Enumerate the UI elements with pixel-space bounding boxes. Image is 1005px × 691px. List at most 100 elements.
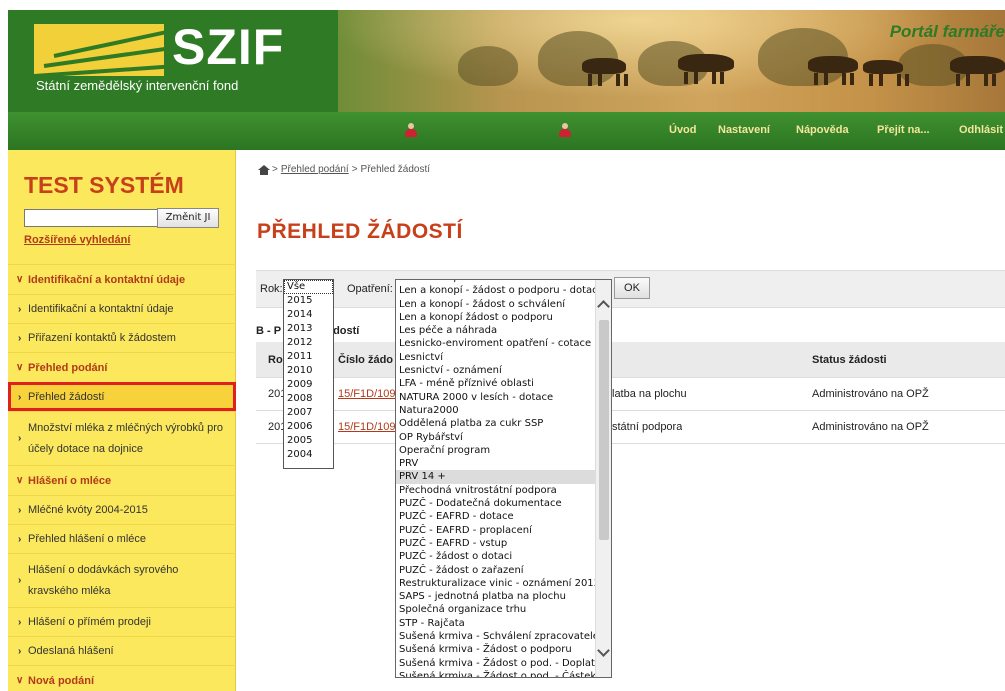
measure-list-scrollbar[interactable] (595, 280, 611, 677)
year-option[interactable]: 2004 (284, 448, 333, 462)
row-status: Administrováno na OPŽ (812, 388, 929, 400)
menu-section-prehled-podani[interactable]: ∨ Přehled podání (8, 352, 236, 382)
measure-option[interactable]: Lesnictví - oznámení (396, 364, 596, 377)
year-option[interactable]: 2013 (284, 322, 333, 336)
col-number-header[interactable]: Číslo žádo (338, 342, 393, 377)
col-status-header[interactable]: Status žádosti (812, 342, 887, 377)
user-icon[interactable] (404, 123, 418, 137)
col-year-header[interactable]: Ro (268, 342, 283, 377)
measure-option[interactable]: Sušená krmiva - Žádost o podporu (396, 643, 596, 656)
szif-logo[interactable]: SZIF Státní zemědělský intervenční fond (8, 10, 338, 112)
measure-option[interactable]: PUZČ - EAFRD - proplacení (396, 524, 596, 537)
measure-option[interactable]: Len a konopí žádost o podporu (396, 311, 596, 324)
chevron-right-icon: › (18, 645, 22, 657)
home-icon[interactable] (258, 164, 270, 175)
nav-uvod[interactable]: Úvod (669, 124, 697, 136)
logo-title: SZIF (172, 19, 285, 75)
user-icon[interactable] (558, 123, 572, 137)
measure-option[interactable]: LFA - méně příznivé oblasti (396, 377, 596, 390)
row-number-link[interactable]: 15/F1D/109 (338, 378, 395, 410)
menu-label: Hlášení o přímém prodeji (28, 616, 151, 628)
year-option[interactable]: 2012 (284, 336, 333, 350)
menu-item-prehled-zadosti[interactable]: › Přehled žádostí (8, 382, 236, 411)
measure-option[interactable]: PUZČ - žádost o dotaci (396, 550, 596, 563)
year-option[interactable]: 2010 (284, 364, 333, 378)
chevron-down-icon: ∨ (16, 675, 24, 686)
row-number-link[interactable]: 15/F1D/109 (338, 411, 395, 443)
chevron-right-icon: › (18, 433, 22, 444)
ji-search-input[interactable] (24, 209, 158, 227)
measure-option[interactable]: Len a konopí - žádost o podporu - dotace (396, 284, 596, 297)
measure-option[interactable]: PRV 14 + (396, 470, 596, 484)
measure-option[interactable]: Oddělená platba za cukr SSP (396, 417, 596, 430)
measure-option[interactable]: Les péče a náhrada (396, 324, 596, 337)
menu-item-hlaseni-o-primem-prodeji[interactable]: › Hlášení o přímém prodeji (8, 607, 236, 636)
menu-section-hlaseni-o-mlece[interactable]: ∨ Hlášení o mléce (8, 465, 236, 495)
change-ji-button[interactable]: Změnit JI (157, 208, 219, 228)
menu-label: Odeslaná hlášení (28, 645, 114, 657)
menu-item-hlaseni-o-dodavkach-syroveho-kravskeho-mleka[interactable]: › Hlášení o dodávkách syrového kravského … (8, 553, 236, 607)
measure-option[interactable]: PUZČ - EAFRD - vstup (396, 537, 596, 550)
nav-napoveda[interactable]: Nápověda (796, 124, 849, 136)
table-row: 201 15/F1D/109 státní podpora Administro… (256, 411, 1005, 444)
advanced-search-link[interactable]: Rozšířené vyhledání (24, 234, 130, 246)
measure-option[interactable]: PUZČ - EAFRD - dotace (396, 510, 596, 523)
menu-item-identifikacni-a-kontaktni-udaje[interactable]: › Identifikační a kontaktní údaje (8, 294, 236, 323)
breadcrumb-item[interactable]: Přehled podání (281, 164, 349, 175)
measure-option[interactable]: Natura2000 (396, 404, 596, 417)
year-option[interactable]: 2011 (284, 350, 333, 364)
measure-option[interactable]: Operační program (396, 444, 596, 457)
measure-option[interactable]: PUZČ - žádost o zařazení (396, 564, 596, 577)
measure-option[interactable]: Sušená krmiva - Žádost o pod. - Doplatek (396, 657, 596, 670)
measure-option[interactable]: Lesnictví (396, 351, 596, 364)
measure-option[interactable]: SAPS - jednotná platba na plochu (396, 590, 596, 603)
measure-option[interactable]: PRV (396, 457, 596, 470)
menu-label: Mléčné kvóty 2004-2015 (28, 504, 148, 516)
measure-option[interactable]: NATURA 2000 v lesích - dotace (396, 391, 596, 404)
measure-option[interactable]: Sušená krmiva - Schválení zpracovatele (396, 630, 596, 643)
measure-select-list[interactable]: Len a konopí - HlášeníLen a konopí - žád… (395, 279, 612, 678)
breadcrumb-separator: > (351, 164, 358, 175)
menu-item-mnozstvi-mleka-z-mlecnych-vyrobku-pro-ucely-dotace-na-dojnice[interactable]: › Množství mléka z mléčných výrobků pro ú… (8, 411, 236, 465)
chevron-down-icon: ∨ (16, 362, 24, 373)
nav-prejit-na[interactable]: Přejít na... (877, 124, 930, 136)
menu-section-identifikacni-a-kontaktni-udaje[interactable]: ∨ Identifikační a kontaktní údaje (8, 264, 236, 294)
ok-button[interactable]: OK (614, 277, 650, 299)
year-option[interactable]: 2015 (284, 294, 333, 308)
year-option[interactable]: 2008 (284, 392, 333, 406)
year-option[interactable]: 2006 (284, 420, 333, 434)
year-option[interactable]: Vše (284, 280, 333, 294)
scroll-up-icon[interactable] (597, 300, 610, 313)
menu-item-prirazeni-kontaktu-k-zadostem[interactable]: › Přiřazení kontaktů k žádostem (8, 323, 236, 352)
measure-option[interactable]: STP - Rajčata (396, 617, 596, 630)
year-select-list[interactable]: Vše 2015 2014 2013 2012 2011 2010 2009 2008 2007 2… (283, 279, 334, 469)
menu-label: Hlášení o dodávkách syrového kravského m… (28, 563, 179, 597)
menu-item-prehled-hlaseni-o-mlece[interactable]: › Přehled hlášení o mléce (8, 524, 236, 553)
menu-item-mlecne-kvoty-2004-2015[interactable]: › Mléčné kvóty 2004-2015 (8, 495, 236, 524)
measure-option[interactable]: Společná organizace trhu (396, 603, 596, 616)
menu-item-odeslana-hlaseni[interactable]: › Odeslaná hlášení (8, 636, 236, 665)
nav-odhlasit[interactable]: Odhlásit (959, 124, 1003, 136)
measure-option[interactable]: Přechodná vnitrostátní podpora (396, 484, 596, 497)
measure-option[interactable]: PUZČ - Dodatečná dokumentace (396, 497, 596, 510)
portal-page: Portál farmáře SZIF Státní zemědělský in… (0, 0, 1005, 691)
year-option[interactable]: 2009 (284, 378, 333, 392)
measure-option[interactable]: Restrukturalizace vinic - oznámení 2013 (396, 577, 596, 590)
year-option[interactable]: 2005 (284, 434, 333, 448)
year-option[interactable]: 2014 (284, 308, 333, 322)
menu-section-nova-podani[interactable]: ∨ Nová podání (8, 665, 236, 691)
measure-option[interactable]: Len a konopí - žádost o schválení (396, 298, 596, 311)
measure-option[interactable]: Sušená krmiva - Žádost o pod. - Částek (396, 670, 596, 677)
table-row: 201 15/F1D/109 latba na plochu Administr… (256, 378, 1005, 411)
menu-label: Identifikační a kontaktní údaje (28, 303, 174, 315)
chevron-right-icon: › (18, 391, 22, 403)
measure-option[interactable]: OP Rybářství (396, 431, 596, 444)
menu-label: Hlášení o mléce (28, 474, 112, 487)
scroll-thumb[interactable] (599, 320, 609, 540)
scroll-down-icon[interactable] (597, 644, 610, 657)
year-option[interactable]: 2007 (284, 406, 333, 420)
chevron-right-icon: › (18, 332, 22, 344)
breadcrumb-item: Přehled žádostí (360, 164, 431, 175)
measure-option[interactable]: Lesnicko-enviroment opatření - cotace (396, 337, 596, 350)
nav-nastaveni[interactable]: Nastavení (718, 124, 770, 136)
